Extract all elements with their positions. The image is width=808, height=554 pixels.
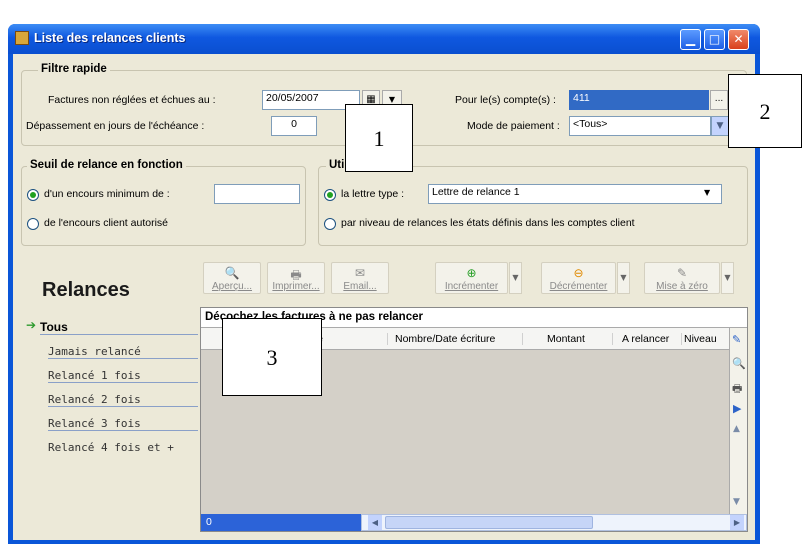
seuil-group (21, 166, 306, 246)
relances-item-4-fois[interactable]: Relancé 4 fois et + (48, 441, 198, 454)
edit-icon[interactable]: ✎ (732, 333, 741, 346)
apercu-button[interactable]: 🔍 Aperçu... (203, 262, 261, 294)
email-button[interactable]: ✉ Email... (331, 262, 389, 294)
filtre-rapide-title: Filtre rapide (38, 63, 110, 75)
relances-heading: Relances (42, 279, 130, 301)
factures-label: Factures non réglées et échues au : (48, 94, 216, 106)
utilisation-group (318, 166, 748, 246)
paiement-dropdown-button[interactable]: ▼ (711, 116, 729, 136)
incrementer-button[interactable]: ⊕ Incrémenter (435, 262, 508, 294)
browse-comptes-button[interactable]: ... (710, 90, 728, 110)
chevron-down-icon: ▼ (716, 121, 724, 131)
scroll-down-icon[interactable]: ▼ (733, 497, 740, 507)
horizontal-scroll-thumb[interactable] (385, 516, 593, 529)
relances-item-3-fois[interactable]: Relancé 3 fois (48, 417, 198, 431)
relances-item-tous[interactable]: Tous (40, 320, 198, 335)
radio-niveau-relances[interactable] (324, 218, 336, 230)
maximize-icon: □ (708, 32, 721, 46)
close-icon: ✕ (733, 32, 744, 46)
imprimer-button[interactable]: 🖶 Imprimer... (267, 262, 325, 294)
niveau-relances-label: par niveau de relances les états définis… (341, 217, 635, 229)
chevron-down-icon: ▼ (388, 95, 396, 104)
minimize-button[interactable]: ▁ (680, 29, 701, 50)
encours-minimum-field[interactable] (214, 184, 300, 204)
printer-icon[interactable]: 🖶 (732, 380, 742, 399)
annotation-box-3: 3 (222, 318, 322, 396)
radio-encours-minimum[interactable] (27, 189, 39, 201)
printer-icon: 🖶 (290, 268, 302, 282)
grid-footer-count: 0 (201, 514, 361, 531)
relances-item-1-fois[interactable]: Relancé 1 fois (48, 369, 198, 383)
email-icon: ✉ (354, 266, 366, 280)
decrementer-dropdown[interactable]: ▼ (617, 262, 630, 294)
plus-icon: ⊕ (466, 266, 477, 280)
depassement-label: Dépassement en jours de l'échéance : (26, 120, 205, 132)
preview-icon[interactable]: 🔍 (732, 357, 746, 370)
decrementer-button[interactable]: ⊖ Décrémenter (541, 262, 616, 294)
annotation-box-2: 2 (728, 74, 802, 148)
comptes-field[interactable]: 411 (569, 90, 709, 110)
arrow-right-icon: ➔ (26, 318, 37, 332)
column-nombre-date[interactable]: Nombre/Date écriture (395, 333, 523, 345)
relances-item-jamais[interactable]: Jamais relancé (48, 345, 198, 359)
preview-icon: 🔍 (224, 266, 240, 280)
minimize-icon: ▁ (685, 32, 696, 46)
encours-minimum-label: d'un encours minimum de : (44, 188, 170, 200)
scroll-up-icon[interactable]: ▲ (733, 424, 740, 434)
lettre-type-label: la lettre type : (341, 188, 405, 200)
scroll-left-icon[interactable]: ◀ (368, 515, 382, 530)
eraser-icon: ✎ (676, 266, 688, 280)
paiement-select[interactable]: <Tous> (569, 116, 711, 136)
arrow-right-icon[interactable]: ▶ (733, 402, 741, 415)
minus-icon: ⊖ (573, 266, 584, 280)
encours-autorise-label: de l'encours client autorisé (44, 217, 168, 229)
grid-side-toolbar (729, 328, 747, 514)
mise-a-zero-dropdown[interactable]: ▼ (721, 262, 734, 294)
incrementer-dropdown[interactable]: ▼ (509, 262, 522, 294)
window-title: Liste des relances clients (34, 31, 186, 45)
annotation-box-1: 1 (345, 104, 413, 172)
paiement-label: Mode de paiement : (467, 120, 560, 132)
column-a-relancer[interactable]: A relancer (622, 333, 682, 345)
relances-item-2-fois[interactable]: Relancé 2 fois (48, 393, 198, 407)
lettre-type-select[interactable]: Lettre de relance 1 (428, 184, 722, 204)
app-icon (15, 31, 29, 45)
close-button[interactable]: ✕ (728, 29, 749, 50)
radio-lettre-type[interactable] (324, 189, 336, 201)
scroll-right-icon[interactable]: ▶ (730, 515, 744, 530)
depassement-field[interactable]: 0 (271, 116, 317, 136)
column-niveau[interactable]: Niveau (684, 333, 730, 345)
radio-encours-autorise[interactable] (27, 218, 39, 230)
mise-a-zero-button[interactable]: ✎ Mise à zéro (644, 262, 720, 294)
column-montant[interactable]: Montant (547, 333, 613, 345)
comptes-label: Pour le(s) compte(s) : (455, 94, 556, 106)
seuil-title: Seuil de relance en fonction (27, 159, 186, 171)
maximize-button[interactable]: □ (704, 29, 725, 50)
chevron-down-icon: ▼ (704, 188, 711, 197)
